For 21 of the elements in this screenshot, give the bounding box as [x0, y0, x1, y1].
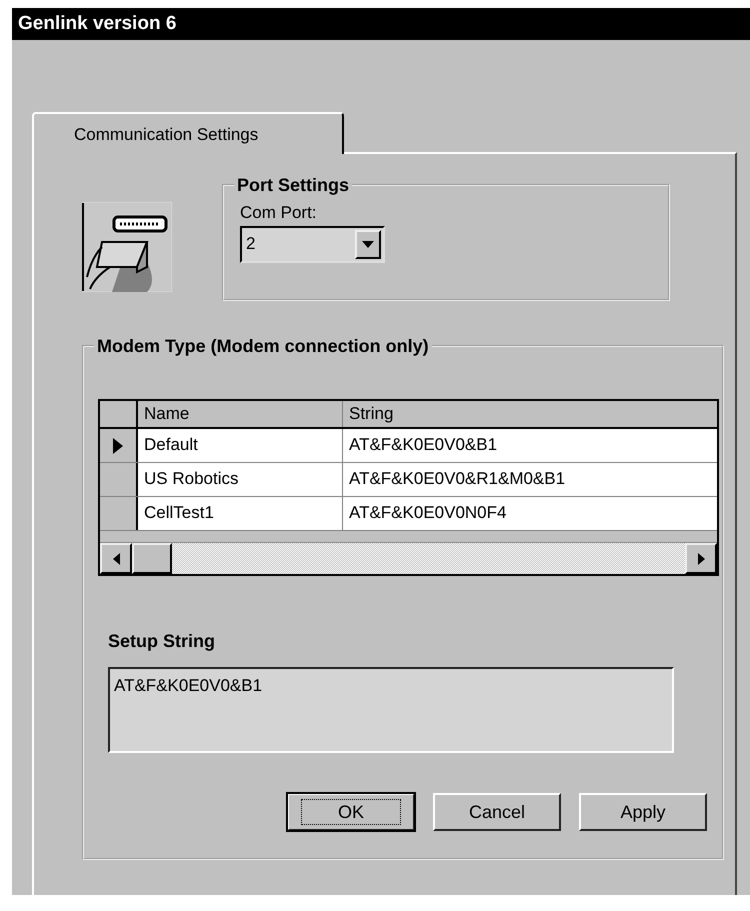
table-cell: Default: [138, 429, 343, 462]
com-port-dropdown[interactable]: 2: [240, 226, 385, 262]
table-cell: CellTest1: [138, 497, 343, 530]
tab[interactable]: Communication Settings: [32, 112, 344, 154]
scroll-left-icon: [112, 552, 120, 564]
table-cell: AT&F&K0E0V0&B1: [343, 429, 717, 462]
dialog-button[interactable]: Apply: [579, 793, 707, 831]
setup-string-field[interactable]: AT&F&K0E0V0&B1: [108, 667, 674, 753]
dialog-button[interactable]: OK: [287, 793, 415, 831]
com-port-label: Com Port:: [240, 202, 317, 224]
scroll-right-icon: [698, 552, 704, 564]
table-cell: AT&F&K0E0V0&R1&M0&B1: [343, 463, 717, 496]
table-cell: AT&F&K0E0V0N0F4: [343, 497, 717, 530]
window-title: Genlink version 6: [12, 8, 750, 40]
scroll-thumb[interactable]: [132, 543, 172, 574]
horizontal-scrollbar[interactable]: [100, 542, 717, 574]
dialog-button[interactable]: Cancel: [433, 793, 561, 831]
dropdown-arrow-icon: [362, 240, 374, 248]
table-cell: US Robotics: [138, 463, 343, 496]
setup-string-label: Setup String: [108, 630, 216, 653]
serial-cable-icon: [82, 202, 172, 292]
